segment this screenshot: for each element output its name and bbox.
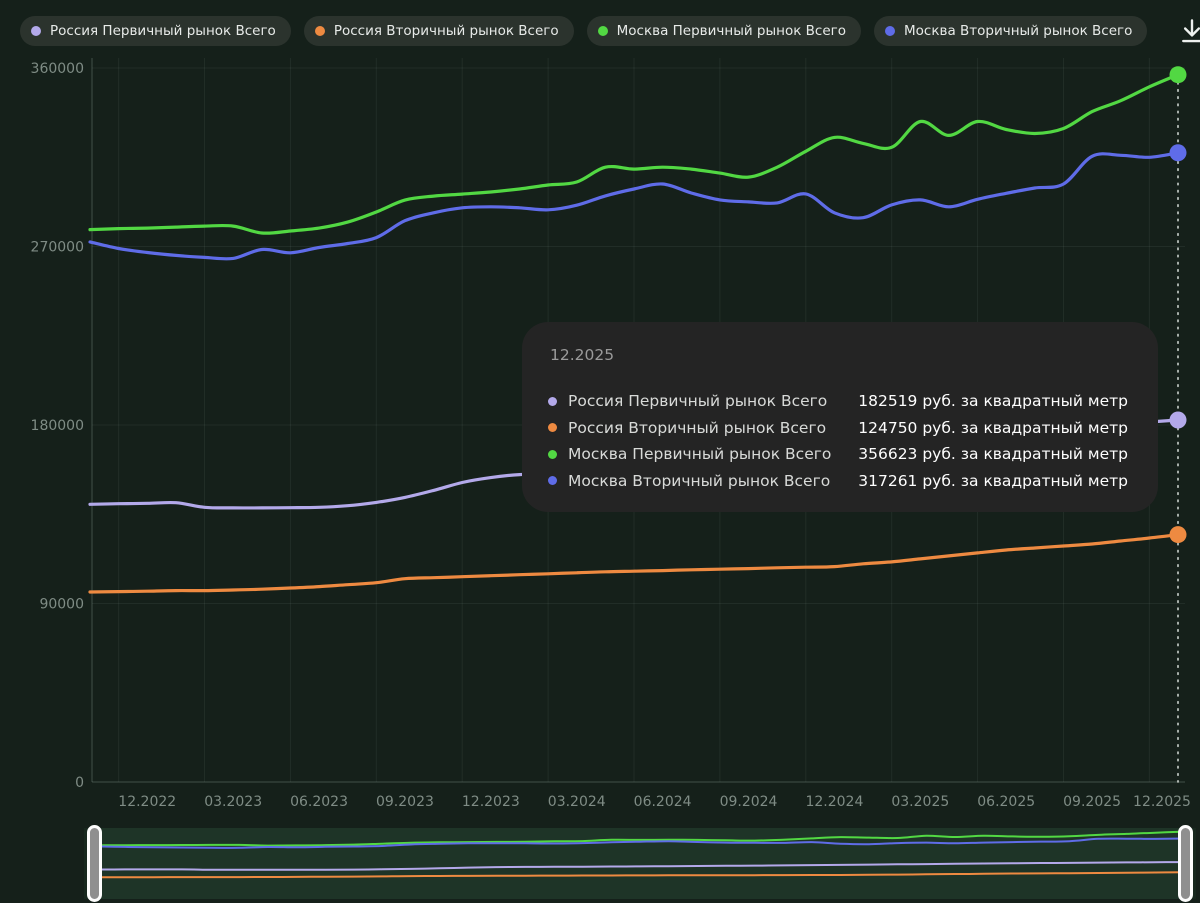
x-axis-tick-label: 06.2024: [634, 794, 692, 810]
tooltip-rows: Россия Первичный рынок Всего 182519 руб. …: [548, 388, 1128, 494]
x-axis-tick-label: 09.2025: [1063, 794, 1121, 810]
chart-tooltip: 12.2025 Россия Первичный рынок Всего 1825…: [522, 322, 1158, 512]
x-axis-tick-label: 12.2024: [805, 794, 863, 810]
x-axis-tick-label: 06.2025: [977, 794, 1035, 810]
x-axis-tick-label: 03.2024: [548, 794, 606, 810]
x-axis-tick-label: 03.2023: [204, 794, 262, 810]
x-axis-tick-label: 09.2024: [720, 794, 778, 810]
tooltip-series-value: 182519 руб. за квадратный метр: [858, 392, 1128, 410]
slider-handle-right[interactable]: [1178, 825, 1193, 902]
tooltip-series-label: Москва Вторичный рынок Всего: [568, 472, 830, 490]
tooltip-series-label: Россия Первичный рынок Всего: [568, 392, 827, 410]
x-axis-tick-label: 09.2023: [376, 794, 434, 810]
minimap-chart: [84, 828, 1196, 899]
line-russia-primary-end-dot: [1170, 412, 1187, 429]
minimap-line-russia-secondary: [96, 872, 1184, 877]
line-moscow-primary-end-dot: [1170, 66, 1187, 83]
price-chart-app: Россия Первичный рынок Всего Россия Втори…: [0, 0, 1200, 903]
tooltip-row-3: Москва Вторичный рынок Всего 317261 руб. …: [548, 468, 1128, 495]
tooltip-series-label: Москва Первичный рынок Всего: [568, 445, 831, 463]
y-axis-tick-label: 270000: [31, 240, 84, 256]
tooltip-date: 12.2025: [550, 346, 1128, 364]
tooltip-series-label: Россия Вторичный рынок Всего: [568, 419, 826, 437]
slider-handle-left[interactable]: [87, 825, 102, 902]
tooltip-series-value: 356623 руб. за квадратный метр: [858, 445, 1128, 463]
tooltip-series-dot-icon: [548, 397, 557, 406]
tooltip-series-value: 317261 руб. за квадратный метр: [858, 472, 1128, 490]
y-axis-tick-label: 180000: [31, 418, 84, 434]
minimap-line-russia-primary: [96, 862, 1184, 870]
x-axis-tick-label: 06.2023: [290, 794, 348, 810]
x-axis-tick-label: 03.2025: [891, 794, 949, 810]
tooltip-series-dot-icon: [548, 450, 557, 459]
line-moscow-secondary-end-dot: [1170, 144, 1187, 161]
line-russia-secondary-end-dot: [1170, 526, 1187, 543]
tooltip-series-dot-icon: [548, 476, 557, 485]
tooltip-row-1: Россия Вторичный рынок Всего 124750 руб. …: [548, 415, 1128, 442]
tooltip-row-0: Россия Первичный рынок Всего 182519 руб. …: [548, 388, 1128, 415]
x-axis-tick-label: 12.2022: [118, 794, 176, 810]
tooltip-row-2: Москва Первичный рынок Всего 356623 руб. …: [548, 441, 1128, 468]
y-axis-tick-label: 90000: [39, 597, 84, 613]
range-slider-track[interactable]: [84, 828, 1196, 899]
tooltip-series-value: 124750 руб. за квадратный метр: [858, 419, 1128, 437]
x-axis-tick-label: 12.2023: [462, 794, 520, 810]
y-axis-tick-label: 0: [75, 775, 84, 791]
x-axis-tick-label: 12.2025: [1133, 794, 1191, 810]
minimap-line-moscow-primary: [96, 832, 1184, 846]
tooltip-series-dot-icon: [548, 423, 557, 432]
y-axis-tick-label: 360000: [31, 61, 84, 77]
